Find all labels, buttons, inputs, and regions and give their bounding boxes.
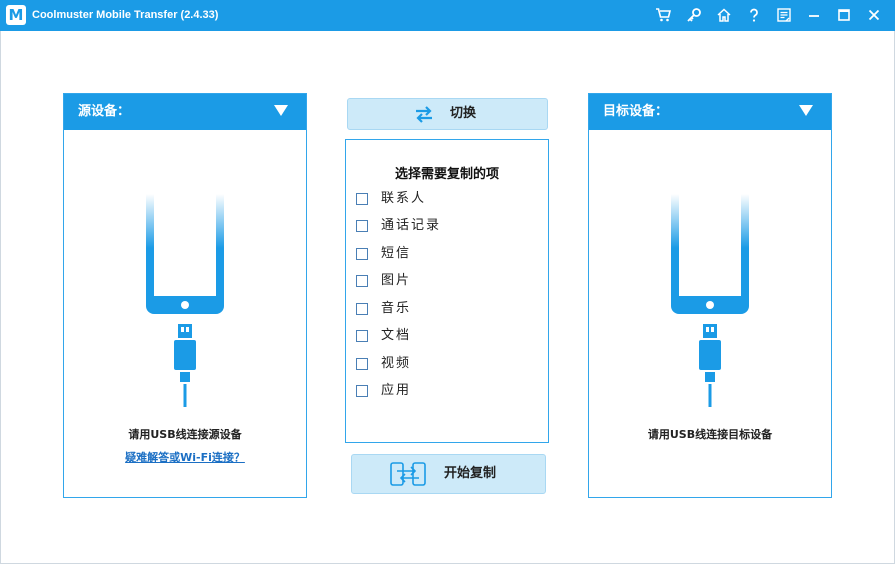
close-icon[interactable] [863, 4, 885, 26]
option-sms[interactable]: 短信 [356, 245, 536, 263]
title-bar: M Coolmuster Mobile Transfer (2.4.33) [0, 0, 895, 31]
checkbox[interactable] [356, 248, 368, 260]
selection-title: 选择需要复制的项 [394, 167, 499, 182]
swap-arrows-icon [416, 106, 432, 123]
checkbox[interactable] [356, 385, 368, 397]
target-device-panel: 目标设备： 请用USB线连接目标设备 [588, 93, 832, 498]
option-contacts[interactable]: 联系人 [356, 190, 536, 208]
switch-button-label: 切换 [450, 106, 477, 121]
home-icon[interactable] [713, 4, 735, 26]
phone-transfer-icon [390, 462, 426, 486]
option-label: 短信 [381, 246, 412, 261]
source-device-panel: 源设备： 请用USB线连接源设备 疑难解答或Wi-Fi连接？ [63, 93, 307, 498]
app-logo-icon: M [6, 5, 26, 25]
app-title: Coolmuster Mobile Transfer (2.4.33) [32, 9, 219, 21]
app-logo-letter: M [8, 6, 24, 24]
option-label: 视频 [381, 356, 412, 371]
checkbox[interactable] [356, 220, 368, 232]
phone-usb-icon [671, 194, 749, 407]
source-dropdown-arrow-icon[interactable] [274, 105, 288, 116]
option-label: 文档 [381, 328, 412, 343]
minimize-icon[interactable] [803, 4, 825, 26]
start-copy-label: 开始复制 [444, 466, 497, 481]
key-icon[interactable] [683, 4, 705, 26]
option-music[interactable]: 音乐 [356, 300, 536, 318]
option-photos[interactable]: 图片 [356, 272, 536, 290]
source-panel-header: 源设备： [64, 94, 306, 130]
checkbox[interactable] [356, 275, 368, 287]
phone-usb-icon [146, 194, 224, 407]
target-connect-instruction: 请用USB线连接目标设备 [647, 428, 773, 441]
option-apps[interactable]: 应用 [356, 382, 536, 400]
start-copy-button[interactable]: 开始复制 [351, 454, 546, 494]
option-videos[interactable]: 视频 [356, 355, 536, 373]
option-label: 联系人 [381, 191, 427, 206]
checkbox[interactable] [356, 193, 368, 205]
data-type-selection: 选择需要复制的项 联系人 通话记录 短信 图片 音乐 文档 视频 应用 [345, 139, 549, 443]
checkbox[interactable] [356, 358, 368, 370]
option-documents[interactable]: 文档 [356, 327, 536, 345]
feedback-icon[interactable] [773, 4, 795, 26]
maximize-icon[interactable] [833, 4, 855, 26]
option-label: 音乐 [381, 301, 412, 316]
option-label: 图片 [381, 273, 412, 288]
target-panel-title: 目标设备： [603, 104, 669, 119]
help-icon[interactable] [743, 4, 765, 26]
checkbox[interactable] [356, 303, 368, 315]
cart-icon[interactable] [652, 4, 674, 26]
source-connect-instruction: 请用USB线连接源设备 [128, 428, 242, 441]
switch-button[interactable]: 切换 [347, 98, 548, 130]
target-dropdown-arrow-icon[interactable] [799, 105, 813, 116]
option-label: 应用 [381, 383, 412, 398]
troubleshoot-wifi-link[interactable]: 疑难解答或Wi-Fi连接？ [64, 449, 306, 465]
target-panel-header: 目标设备： [589, 94, 831, 130]
option-label: 通话记录 [381, 218, 442, 233]
checkbox[interactable] [356, 330, 368, 342]
source-panel-title: 源设备： [78, 104, 131, 119]
option-call-logs[interactable]: 通话记录 [356, 217, 536, 235]
